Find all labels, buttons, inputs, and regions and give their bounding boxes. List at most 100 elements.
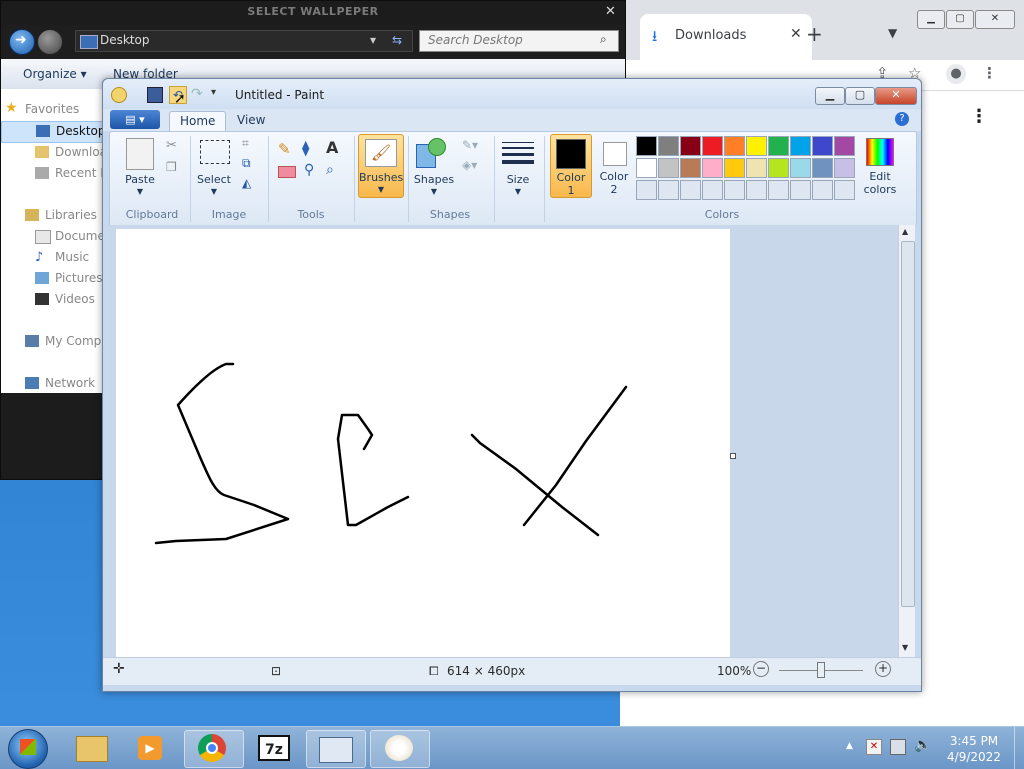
custom-color-slot[interactable] (834, 180, 855, 200)
size-dropdown-icon[interactable]: ▼ (498, 187, 538, 196)
magnifier-icon[interactable]: ⌕ (326, 162, 334, 178)
nav-downloads[interactable]: Downloa (35, 145, 107, 159)
select-button[interactable]: Select (196, 173, 232, 186)
scroll-up-icon[interactable]: ▲ (902, 227, 908, 236)
taskbar-7zip[interactable]: 7z (246, 730, 304, 766)
nav-videos[interactable]: Videos (35, 292, 95, 306)
color-swatch[interactable] (768, 158, 789, 178)
nav-desktop[interactable]: Desktop (1, 121, 106, 143)
show-desktop-button[interactable] (1014, 727, 1024, 769)
organize-button[interactable]: Organize ▾ (23, 67, 87, 81)
tab-downloads[interactable]: ⭳ Downloads ✕ (640, 14, 812, 60)
shapes-dropdown-icon[interactable]: ▼ (412, 187, 456, 196)
custom-color-slot[interactable] (790, 180, 811, 200)
paint-menu-button[interactable]: ▤ ▾ (110, 110, 160, 129)
scrollbar-thumb[interactable] (901, 241, 915, 607)
profile-avatar-icon[interactable]: ● (946, 64, 966, 84)
refresh-icon[interactable]: ⇆ (392, 33, 402, 47)
tab-close-icon[interactable]: ✕ (790, 26, 802, 42)
custom-color-slot[interactable] (768, 180, 789, 200)
color-swatch[interactable] (724, 136, 745, 156)
new-tab-button[interactable]: + (806, 22, 823, 46)
color-swatch[interactable] (636, 136, 657, 156)
custom-color-slot[interactable] (636, 180, 657, 200)
search-icon[interactable]: ⌕ (600, 32, 607, 47)
edit-colors-button[interactable]: Edit colors (858, 134, 902, 196)
taskbar-chrome[interactable] (184, 730, 244, 768)
size-icon[interactable] (502, 140, 534, 164)
color-swatch[interactable] (680, 136, 701, 156)
custom-color-slot[interactable] (658, 180, 679, 200)
pencil-icon[interactable]: ✎ (278, 140, 291, 158)
color-swatch[interactable] (746, 136, 767, 156)
nav-music[interactable]: ♪ Music (35, 250, 89, 265)
brushes-button[interactable]: 🖌 Brushes ▼ (358, 134, 404, 198)
downloads-more-icon[interactable]: ⋮ (970, 106, 988, 127)
rotate-icon[interactable]: ◭ (242, 176, 251, 190)
color-swatch[interactable] (768, 136, 789, 156)
nav-pictures[interactable]: Pictures (35, 271, 103, 285)
taskbar-explorer-window[interactable] (306, 730, 366, 768)
color2-button[interactable]: Color 2 (594, 134, 634, 196)
nav-computer[interactable]: My Compu (25, 334, 109, 348)
color-swatch[interactable] (702, 158, 723, 178)
nav-libraries[interactable]: Libraries (25, 208, 97, 222)
tab-view[interactable]: View (227, 111, 275, 131)
size-button[interactable]: Size (498, 173, 538, 186)
color-swatch[interactable] (746, 158, 767, 178)
color-swatch[interactable] (658, 136, 679, 156)
chrome-menu-icon[interactable]: ⋮ (982, 64, 997, 82)
dialog-close-icon[interactable]: ✕ (605, 4, 616, 19)
zoom-in-button[interactable]: + (875, 661, 891, 677)
select-icon[interactable] (200, 140, 230, 164)
address-bar[interactable]: Desktop ⌄ ▾ ⇆ (75, 30, 413, 52)
custom-color-slot[interactable] (724, 180, 745, 200)
help-icon[interactable]: ? (895, 112, 909, 126)
address-dropdown-icon[interactable]: ▾ (370, 33, 376, 47)
taskbar-explorer[interactable] (62, 730, 120, 766)
text-icon[interactable]: A (326, 138, 338, 157)
fill-icon[interactable]: ⧫ (302, 139, 309, 157)
close-button[interactable]: ✕ (975, 10, 1015, 29)
system-clock[interactable]: 3:45 PM 4/9/2022 (934, 733, 1014, 765)
cut-icon[interactable]: ✂ (166, 138, 177, 153)
maximize-button[interactable]: ▢ (946, 10, 974, 29)
back-button[interactable]: ➜ (9, 29, 35, 55)
paste-button[interactable]: Paste (122, 173, 158, 186)
quick-access-dropdown-icon[interactable]: ▾ (211, 87, 216, 98)
zoom-slider-thumb[interactable] (817, 662, 825, 678)
color-swatch[interactable] (834, 136, 855, 156)
paint-app-icon[interactable] (111, 87, 127, 103)
custom-color-slot[interactable] (680, 180, 701, 200)
color-swatch[interactable] (724, 158, 745, 178)
nav-recent[interactable]: Recent P (35, 166, 108, 180)
save-icon[interactable] (147, 87, 163, 103)
canvas-resize-handle[interactable] (730, 453, 736, 459)
volume-icon[interactable]: 🔈 (914, 737, 931, 753)
color-swatch[interactable] (636, 158, 657, 178)
taskbar-media-player[interactable]: ▶ (122, 730, 180, 766)
paint-close-button[interactable]: ✕ (875, 87, 917, 105)
redo-icon[interactable]: ↷ (191, 86, 203, 102)
color-swatch[interactable] (790, 158, 811, 178)
taskbar-paint[interactable] (370, 730, 430, 768)
action-center-icon[interactable]: ✕ (866, 739, 882, 755)
color-swatch[interactable] (702, 136, 723, 156)
forward-button[interactable] (37, 29, 63, 55)
show-hidden-icons[interactable]: ▲ (846, 741, 853, 751)
custom-color-slot[interactable] (702, 180, 723, 200)
custom-color-slot[interactable] (746, 180, 767, 200)
resize-icon[interactable]: ⧉ (242, 156, 251, 171)
paste-dropdown-icon[interactable]: ▼ (122, 187, 158, 196)
network-tray-icon[interactable] (890, 739, 906, 755)
color-swatch[interactable] (812, 136, 833, 156)
minimize-button[interactable]: ▁ (917, 10, 945, 29)
start-button[interactable] (8, 729, 48, 769)
color-swatch[interactable] (812, 158, 833, 178)
custom-color-slot[interactable] (812, 180, 833, 200)
tab-home[interactable]: Home (169, 111, 227, 132)
fill-shape-icon[interactable]: ◈▾ (462, 158, 477, 172)
nav-favorites[interactable]: ★ Favorites (5, 100, 79, 116)
shapes-button[interactable]: Shapes (412, 173, 456, 186)
paint-minimize-button[interactable]: ▁ (815, 87, 845, 105)
